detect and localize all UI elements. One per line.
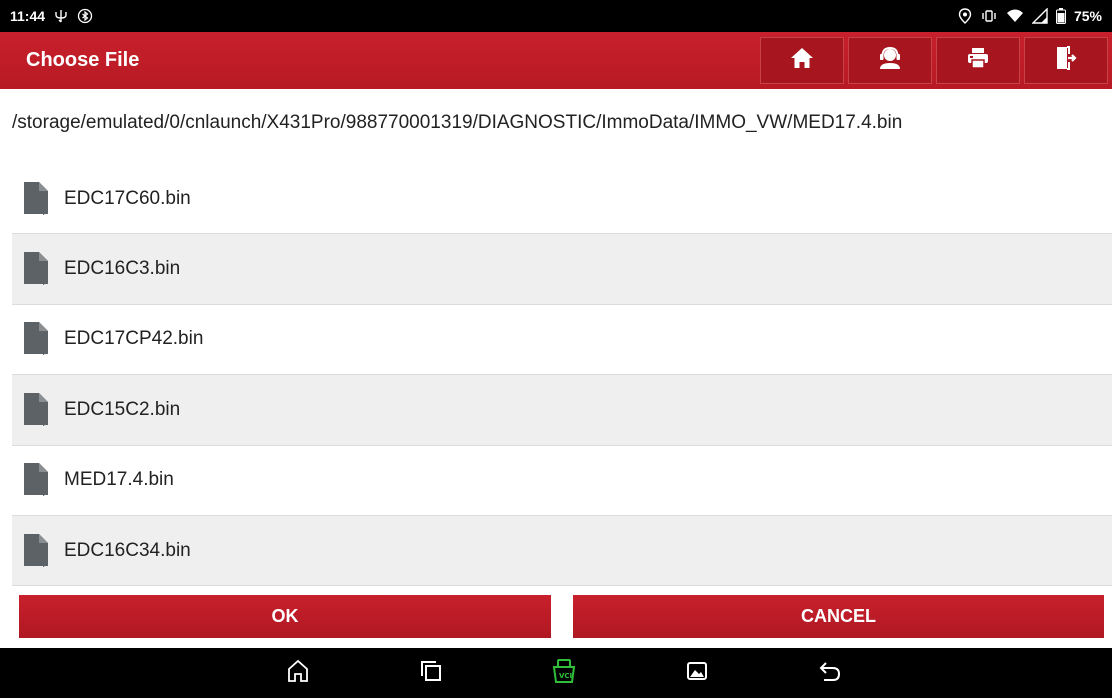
file-row[interactable]: ? EDC17CP42.bin	[12, 305, 1112, 376]
location-icon	[958, 8, 972, 24]
nav-recents-button[interactable]	[401, 648, 461, 698]
battery-icon	[1055, 8, 1066, 24]
svg-text:?: ?	[41, 486, 47, 498]
app-bar: Choose File	[0, 32, 1112, 89]
vci-icon: VCI	[551, 658, 577, 689]
usb-debug-icon	[53, 8, 69, 24]
home-button[interactable]	[760, 37, 844, 84]
unknown-file-icon: ?	[22, 462, 52, 499]
file-row[interactable]: ? EDC15C2.bin	[12, 375, 1112, 446]
file-list: ? EDC17C60.bin ? EDC16C3.bin ? EDC17CP42…	[12, 164, 1112, 587]
print-button[interactable]	[936, 37, 1020, 84]
file-name: MED17.4.bin	[64, 469, 174, 491]
unknown-file-icon: ?	[22, 533, 52, 570]
unknown-file-icon: ?	[22, 181, 52, 218]
cancel-button[interactable]: CANCEL	[573, 595, 1104, 638]
svg-text:?: ?	[41, 205, 47, 217]
exit-icon	[1055, 46, 1077, 75]
nav-gallery-button[interactable]	[667, 648, 727, 698]
svg-text:?: ?	[41, 345, 47, 357]
home-icon	[286, 659, 310, 688]
svg-text:?: ?	[41, 416, 47, 428]
status-bar: 11:44 75%	[0, 0, 1112, 32]
file-name: EDC15C2.bin	[64, 398, 181, 420]
bluetooth-icon	[77, 8, 93, 24]
status-time: 11:44	[10, 8, 46, 24]
file-row[interactable]: ? MED17.4.bin	[12, 446, 1112, 516]
svg-text:?: ?	[41, 275, 47, 287]
support-agent-icon	[877, 46, 903, 75]
nav-vci-button[interactable]: VCI	[534, 648, 594, 698]
back-icon	[818, 659, 842, 688]
svg-text:?: ?	[41, 557, 47, 569]
toolbar	[760, 37, 1108, 84]
exit-button[interactable]	[1024, 37, 1108, 84]
wifi-icon	[1006, 8, 1024, 24]
nav-home-button[interactable]	[268, 648, 328, 698]
status-bar-right: 75%	[958, 8, 1102, 24]
battery-level: 75%	[1073, 8, 1102, 24]
page-title: Choose File	[26, 49, 140, 71]
file-row[interactable]: ? EDC16C34.bin	[12, 515, 1112, 587]
nav-back-button[interactable]	[800, 648, 860, 698]
support-button[interactable]	[848, 37, 932, 84]
file-row[interactable]: ? EDC17C60.bin	[12, 164, 1112, 235]
file-name: EDC16C34.bin	[64, 539, 191, 561]
file-row[interactable]: ? EDC16C3.bin	[12, 234, 1112, 305]
svg-text:VCI: VCI	[559, 672, 572, 680]
file-name: EDC16C3.bin	[64, 258, 181, 280]
unknown-file-icon: ?	[22, 392, 52, 429]
status-bar-left: 11:44	[10, 8, 93, 24]
ok-button[interactable]: OK	[19, 595, 551, 638]
vibrate-icon	[980, 8, 998, 24]
unknown-file-icon: ?	[22, 251, 52, 288]
unknown-file-icon: ?	[22, 321, 52, 358]
gallery-icon	[685, 659, 709, 688]
signal-icon	[1031, 8, 1048, 24]
file-name: EDC17C60.bin	[64, 187, 191, 209]
navigation-bar: VCI	[0, 648, 1112, 698]
file-name: EDC17CP42.bin	[64, 328, 204, 350]
action-bar: OK CANCEL	[0, 595, 1112, 639]
print-icon	[966, 46, 990, 75]
recents-icon	[419, 659, 443, 688]
current-path: /storage/emulated/0/cnlaunch/X431Pro/988…	[12, 112, 903, 133]
home-icon	[790, 47, 814, 74]
